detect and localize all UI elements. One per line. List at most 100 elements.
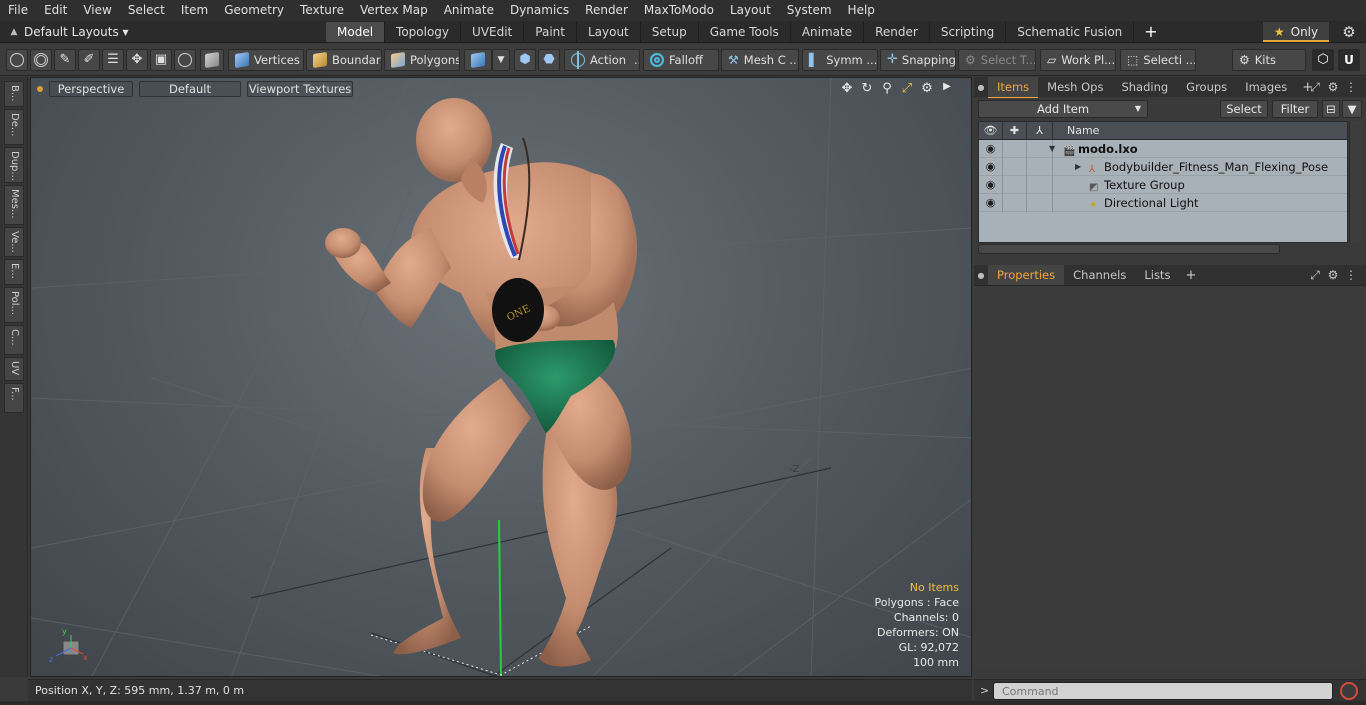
select-through-button[interactable]: ⚙ Select T... [958,49,1036,71]
name-column-header[interactable]: Name [1053,122,1349,140]
left-tab-pol[interactable]: Pol... [4,287,24,323]
material-mode-button[interactable] [464,49,492,71]
filter-button[interactable]: Filter [1272,100,1318,118]
item-mode-button[interactable] [200,49,224,71]
rotate-icon[interactable]: ↻ [857,81,877,96]
lock-cell[interactable] [1003,176,1027,194]
tab-render[interactable]: Render [864,22,930,42]
tab-paint[interactable]: Paint [524,22,577,42]
lock-cell[interactable] [1003,158,1027,176]
globe-button[interactable] [30,49,52,71]
menu-animate[interactable]: Animate [436,0,502,21]
selection-sets-button[interactable]: ⬚ Selecti ... [1120,49,1196,71]
select-button[interactable]: Select [1220,100,1268,118]
tab-setup[interactable]: Setup [641,22,699,42]
polygons-button[interactable]: Polygons [384,49,460,71]
panel-tab-mesh-ops[interactable]: Mesh Ops [1038,77,1112,98]
tree-row-directional-light[interactable]: ◉ ✦ Directional Light [979,194,1347,212]
clock-tool-button[interactable] [174,49,196,71]
box-tool-button[interactable]: ▣ [150,49,172,71]
expand-icon[interactable]: ⤢ [1306,265,1324,285]
panel-tab-groups[interactable]: Groups [1177,77,1236,98]
panel-tab-items[interactable]: Items [988,76,1039,98]
shading-mode-button[interactable]: Default [139,81,241,97]
panel-tab-properties[interactable]: Properties [988,264,1065,286]
panel-tab-lists[interactable]: Lists [1135,265,1179,286]
expand-down-icon[interactable]: ▼ [1049,140,1055,158]
panel-tab-channels[interactable]: Channels [1064,265,1135,286]
items-horizontal-scrollbar[interactable] [978,244,1280,254]
visibility-eye-icon[interactable]: ◉ [979,140,1003,158]
tab-scripting[interactable]: Scripting [930,22,1007,42]
boundary-button[interactable]: Boundary [306,49,382,71]
menu-view[interactable]: View [75,0,119,21]
panel-menu-icon[interactable]: ⋮ [1342,265,1360,285]
add-tab-icon[interactable]: + [1179,268,1202,283]
menu-texture[interactable]: Texture [292,0,352,21]
add-item-button[interactable]: Add Item ▼ [978,100,1148,118]
visibility-eye-icon[interactable]: ◉ [979,176,1003,194]
pan-icon[interactable]: ✥ [837,81,857,96]
items-vertical-scrollbar[interactable] [1349,121,1361,243]
tab-game-tools[interactable]: Game Tools [699,22,791,42]
left-tab-c[interactable]: C... [4,325,24,355]
3d-viewport[interactable]: -Z ONE y x z Perspective Default Viewpor… [30,77,972,677]
record-macro-icon[interactable] [1340,682,1358,700]
tab-uvedit[interactable]: UVEdit [461,22,525,42]
type-column-header[interactable]: ⅄ [1027,122,1053,140]
menu-help[interactable]: Help [840,0,883,21]
left-tab-mes[interactable]: Mes... [4,185,24,225]
mesh-constraints-button[interactable]: ⚒ Mesh C ... [721,49,799,71]
lock-cell[interactable] [1003,140,1027,158]
lock-cell[interactable] [1003,194,1027,212]
panel-tab-shading[interactable]: Shading [1112,77,1177,98]
menu-system[interactable]: System [779,0,840,21]
align-tool-button[interactable]: ☰ [102,49,124,71]
falloff-button[interactable]: Falloff [643,49,719,71]
tab-layout[interactable]: Layout [577,22,641,42]
menu-layout[interactable]: Layout [722,0,779,21]
menu-maxtomodo[interactable]: MaxToModo [636,0,722,21]
visibility-eye-icon[interactable]: ◉ [979,158,1003,176]
panel-tab-images[interactable]: Images [1236,77,1296,98]
tab-model[interactable]: Model [326,22,386,42]
play-icon[interactable]: ▶ [937,81,957,96]
view-mode-button[interactable]: Perspective [49,81,133,97]
expand-right-icon[interactable]: ▶ [1075,158,1081,176]
filter-funnel-button[interactable]: ▼ [1342,100,1362,118]
tree-row-bodybuilder-fitness-man-flexing-pose[interactable]: ◉ ▶ ⅄ Bodybuilder_Fitness_Man_Flexing_Pose [979,158,1347,176]
menu-item[interactable]: Item [173,0,216,21]
action-center-button[interactable]: Action... [564,49,640,71]
command-input[interactable] [993,682,1333,700]
brush-tool-button[interactable]: ✐ [78,49,100,71]
tab-schematic-fusion[interactable]: Schematic Fusion [1006,22,1135,42]
tab-animate[interactable]: Animate [791,22,865,42]
work-plane-button[interactable]: ▱ Work Pl... [1040,49,1116,71]
left-tab-e[interactable]: E... [4,259,24,285]
visibility-eye-icon[interactable]: ◉ [979,194,1003,212]
mode-dropdown[interactable]: ▼ [492,49,510,71]
zoom-icon[interactable]: ⚲ [877,81,897,96]
panel-gear-icon[interactable]: ⚙ [1324,77,1342,97]
tab-topology[interactable]: Topology [385,22,462,42]
game-engine-button[interactable]: ⬡ [1312,49,1334,71]
left-tab-ve[interactable]: Ve... [4,227,24,257]
maximize-icon[interactable]: ⤢ [897,81,917,96]
transform-tool-button[interactable]: ✥ [126,49,148,71]
menu-dynamics[interactable]: Dynamics [502,0,577,21]
menu-file[interactable]: File [0,0,36,21]
menu-geometry[interactable]: Geometry [216,0,292,21]
menu-select[interactable]: Select [120,0,173,21]
menu-render[interactable]: Render [577,0,636,21]
only-toggle[interactable]: ★ Only [1263,22,1329,42]
symmetry-button[interactable]: ▌ Symm ... [802,49,878,71]
gear-icon[interactable]: ⚙ [1338,21,1360,43]
snapping-button[interactable]: ✛ Snapping [880,49,956,71]
collapse-arrow-icon[interactable]: ▲ [4,27,24,37]
select-circle-button[interactable] [6,49,28,71]
tree-row-modo-lxo[interactable]: ◉ ▼ 🎬 modo.lxo [979,140,1347,158]
left-tab-uv[interactable]: UV [4,357,24,381]
lock-column-header[interactable]: ✚ [1003,122,1027,140]
menu-edit[interactable]: Edit [36,0,75,21]
viewport-textures-button[interactable]: Viewport Textures [247,81,353,97]
